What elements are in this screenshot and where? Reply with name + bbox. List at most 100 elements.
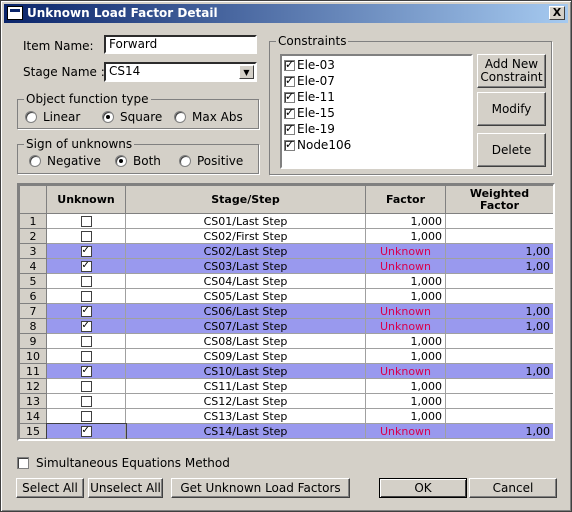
add-new-constraint-button[interactable]: Add New Constraint (477, 54, 546, 88)
unknown-checkbox[interactable] (80, 396, 92, 407)
constraint-item[interactable]: Ele-03 (284, 57, 335, 73)
row-number[interactable]: 15 (19, 423, 47, 439)
unknown-checkbox[interactable] (80, 231, 92, 242)
simultaneous-checkbox-row[interactable]: Simultaneous Equations Method (17, 456, 230, 470)
unknown-cell[interactable] (46, 273, 126, 289)
constraint-checkbox[interactable] (284, 74, 295, 87)
get-unknown-load-factors-button[interactable]: Get Unknown Load Factors (171, 478, 350, 498)
constraint-item[interactable]: Ele-15 (284, 105, 335, 121)
constraint-checkbox[interactable] (284, 106, 295, 119)
constraint-checkbox[interactable] (284, 90, 295, 103)
factor-cell[interactable]: 1,000 (365, 378, 446, 394)
unknown-cell[interactable] (46, 303, 126, 319)
weighted-factor-cell[interactable] (445, 228, 553, 244)
modify-button[interactable]: Modify (477, 92, 546, 126)
factor-cell[interactable]: 1,000 (365, 348, 446, 364)
weighted-factor-cell[interactable] (445, 273, 553, 289)
sign-radio-0[interactable]: Negative (29, 154, 101, 168)
unknown-cell[interactable] (46, 408, 126, 424)
unknown-checkbox[interactable] (80, 291, 92, 302)
weighted-factor-cell[interactable] (445, 408, 553, 424)
unknown-checkbox[interactable] (80, 319, 92, 332)
factor-cell[interactable]: 1,000 (365, 273, 446, 289)
constraint-item[interactable]: Ele-19 (284, 121, 335, 137)
unknown-cell[interactable] (46, 333, 126, 349)
unknown-checkbox[interactable] (80, 364, 92, 377)
row-number[interactable]: 2 (19, 228, 47, 244)
row-number[interactable]: 6 (19, 288, 47, 304)
cancel-button[interactable]: Cancel (469, 478, 557, 498)
unknown-column-header[interactable]: Unknown (46, 185, 126, 214)
unknown-cell[interactable] (46, 363, 126, 379)
title-bar[interactable]: Unknown Load Factor Detail X (4, 4, 568, 23)
stage-name-combo[interactable]: CS14 ▼ (104, 62, 257, 82)
row-number[interactable]: 13 (19, 393, 47, 409)
unknown-cell[interactable] (46, 288, 126, 304)
weighted-factor-cell[interactable]: 1,00 (445, 243, 553, 259)
row-number[interactable]: 10 (19, 348, 47, 364)
weighted-factor-cell[interactable]: 1,00 (445, 363, 553, 379)
weighted-factor-cell[interactable]: 1,00 (445, 303, 553, 319)
weighted-factor-cell[interactable] (445, 288, 553, 304)
table-row[interactable]: 7 CS06/Last StepUnknown1,00 (19, 303, 553, 319)
factor-cell[interactable]: 1,000 (365, 393, 446, 409)
factor-column-header[interactable]: Factor (365, 185, 446, 214)
object-function-radio-1[interactable]: Square (102, 110, 162, 124)
delete-button[interactable]: Delete (477, 133, 546, 167)
ok-button[interactable]: OK (379, 478, 467, 498)
object-function-radio-0[interactable]: Linear (25, 110, 80, 124)
table-row[interactable]: 10 CS09/Last Step 1,000 (19, 348, 553, 364)
constraint-checkbox[interactable] (284, 122, 295, 135)
weighted-factor-column-header[interactable]: Weighted Factor (445, 185, 553, 214)
unknown-cell[interactable] (46, 348, 126, 364)
load-factor-table[interactable]: Unknown Stage/Step Factor Weighted Facto… (17, 183, 555, 441)
weighted-factor-cell[interactable] (445, 348, 553, 364)
unknown-cell[interactable] (46, 243, 126, 259)
weighted-factor-cell[interactable] (445, 393, 553, 409)
row-number[interactable]: 3 (19, 243, 47, 259)
factor-cell[interactable]: Unknown (365, 243, 446, 259)
table-row[interactable]: 2 CS02/First Step 1,000 (19, 228, 553, 244)
row-number[interactable]: 9 (19, 333, 47, 349)
table-row[interactable]: 1 CS01/Last Step 1,000 (19, 213, 553, 229)
sign-radio-2[interactable]: Positive (179, 154, 243, 168)
weighted-factor-cell[interactable]: 1,00 (445, 423, 553, 439)
row-number[interactable]: 14 (19, 408, 47, 424)
unknown-checkbox[interactable] (80, 424, 92, 437)
select-all-button[interactable]: Select All (16, 478, 84, 498)
unknown-checkbox[interactable] (80, 216, 92, 227)
factor-cell[interactable]: 1,000 (365, 408, 446, 424)
close-button[interactable]: X (549, 6, 565, 20)
unknown-checkbox[interactable] (80, 351, 92, 362)
unknown-checkbox[interactable] (80, 411, 92, 422)
stage-step-column-header[interactable]: Stage/Step (125, 185, 366, 214)
unselect-all-button[interactable]: Unselect All (88, 478, 163, 498)
weighted-factor-cell[interactable] (445, 213, 553, 229)
item-name-input[interactable]: Forward (104, 35, 257, 54)
row-number[interactable]: 5 (19, 273, 47, 289)
unknown-checkbox[interactable] (80, 259, 92, 272)
table-row[interactable]: 14 CS13/Last Step 1,000 (19, 408, 553, 424)
object-function-radio-dot[interactable] (174, 111, 186, 123)
unknown-checkbox[interactable] (80, 244, 92, 257)
sign-radio-dot[interactable] (29, 155, 41, 167)
constraint-checkbox[interactable] (284, 138, 295, 151)
unknown-checkbox[interactable] (80, 381, 92, 392)
factor-cell[interactable]: Unknown (365, 258, 446, 274)
table-row[interactable]: 15 CS14/Last StepUnknown1,00 (19, 422, 553, 439)
unknown-checkbox[interactable] (80, 276, 92, 287)
constraint-checkbox[interactable] (284, 58, 295, 71)
table-row[interactable]: 8 CS07/Last StepUnknown1,00 (19, 318, 553, 334)
object-function-radio-dot[interactable] (25, 111, 37, 123)
row-number[interactable]: 12 (19, 378, 47, 394)
weighted-factor-cell[interactable] (445, 333, 553, 349)
simultaneous-checkbox[interactable] (17, 457, 29, 469)
weighted-factor-cell[interactable]: 1,00 (445, 258, 553, 274)
row-number[interactable]: 4 (19, 258, 47, 274)
unknown-checkbox[interactable] (80, 336, 92, 347)
factor-cell[interactable]: Unknown (365, 363, 446, 379)
factor-cell[interactable]: 1,000 (365, 228, 446, 244)
factor-cell[interactable]: Unknown (365, 303, 446, 319)
chevron-down-icon[interactable]: ▼ (239, 65, 254, 79)
row-number[interactable]: 7 (19, 303, 47, 319)
